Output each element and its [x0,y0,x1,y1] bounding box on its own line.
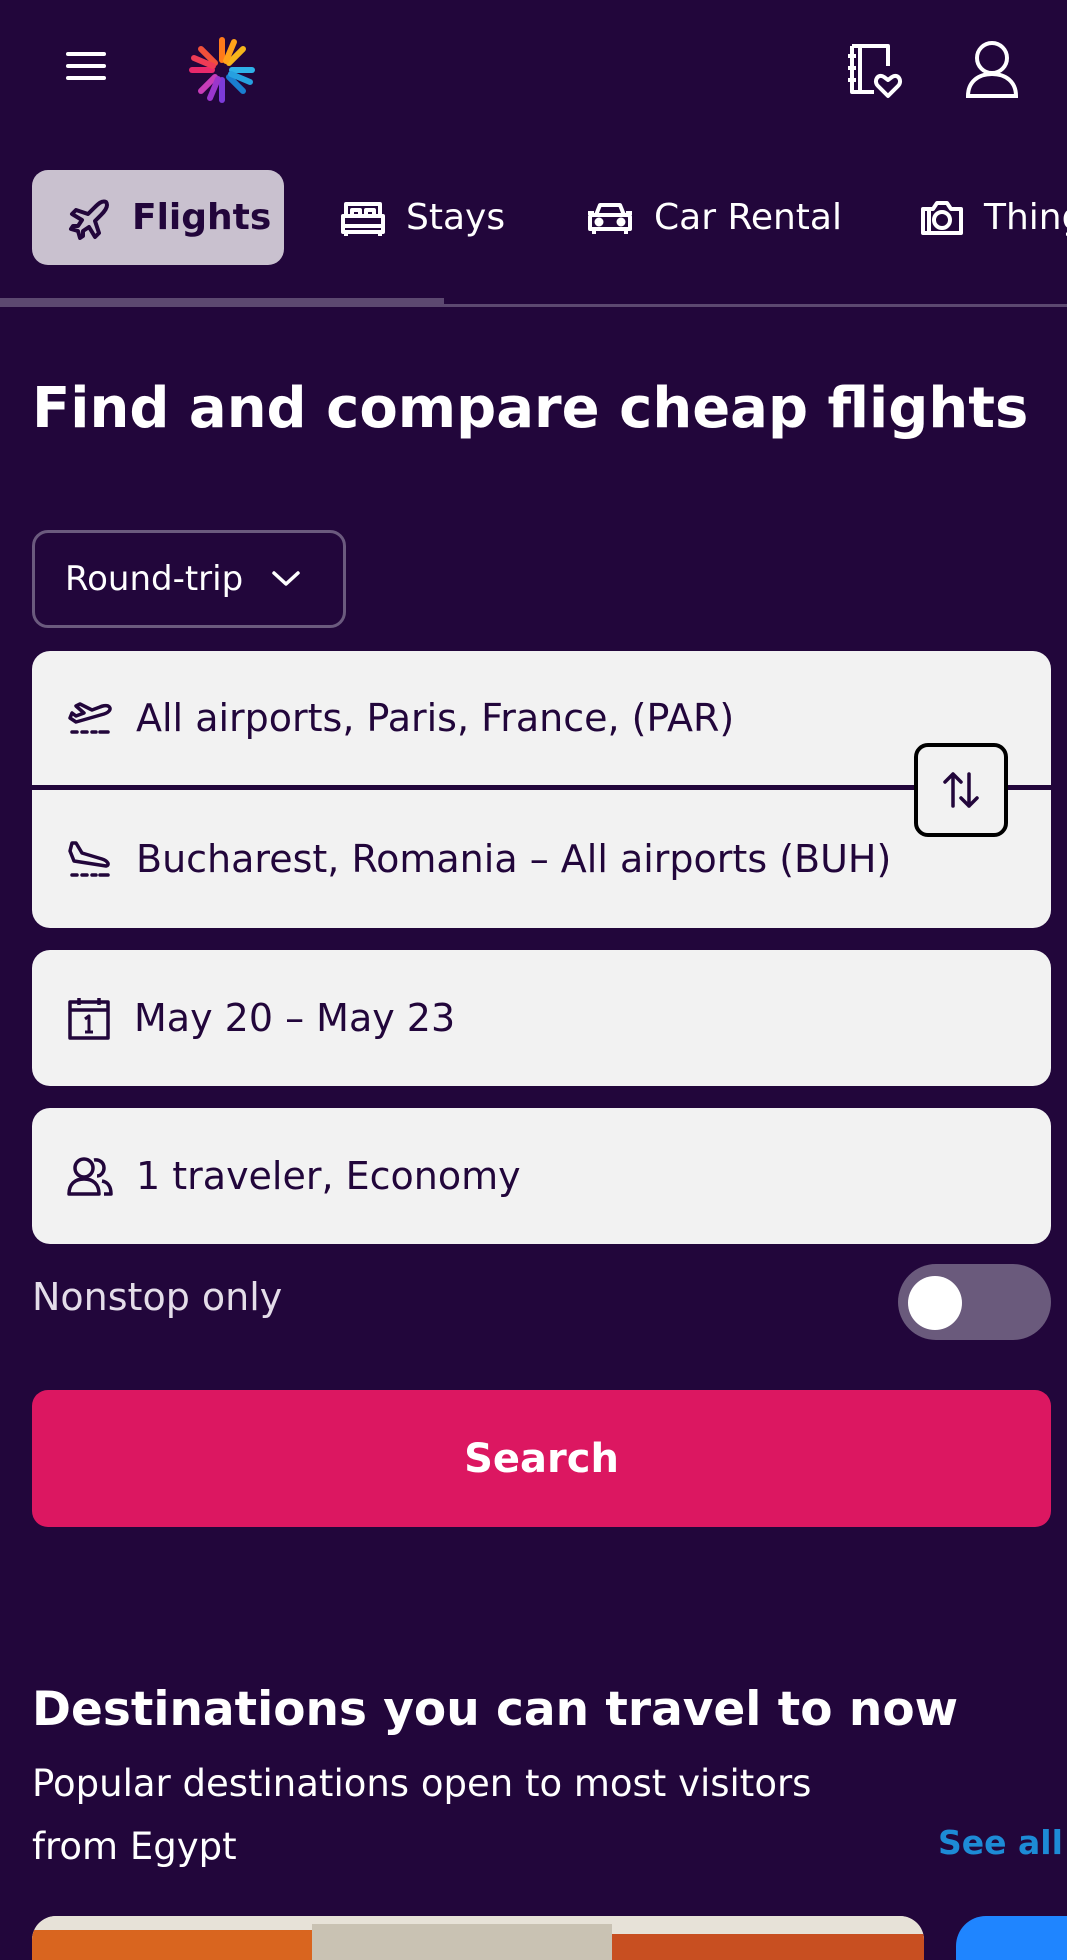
car-icon [588,202,632,234]
product-tabs: Flights Stays Car Rental Thin [0,170,1067,280]
plane-icon [69,199,110,240]
saved-trips-icon[interactable] [844,40,906,100]
trip-type-value: Round-trip [65,559,244,599]
origin-field[interactable]: All airports, Paris, France, (PAR) [32,651,1051,785]
destination-card-next[interactable] [956,1916,1067,1960]
see-all-link[interactable]: See all [938,1823,1063,1862]
page-title: Find and compare cheap flights [32,376,1029,441]
toggle-knob [908,1276,962,1330]
swap-airports-button[interactable] [914,743,1008,837]
card-image-roofs [32,1930,312,1960]
card-image-roofs [612,1934,924,1960]
tab-label: Things to do [984,197,1067,238]
app-header [0,0,1067,140]
card-image-buildings [312,1924,612,1960]
tab-stays[interactable]: Stays [340,170,505,265]
calendar-icon [68,998,110,1040]
tab-label: Car Rental [654,197,842,238]
destinations-title: Destinations you can travel to now [32,1682,959,1737]
travelers-icon [67,1157,113,1196]
nonstop-label: Nonstop only [32,1275,283,1319]
tab-label: Stays [406,197,506,238]
account-icon[interactable] [964,38,1020,100]
pinwheel-logo-icon[interactable] [188,36,256,104]
nonstop-toggle[interactable] [898,1264,1051,1340]
hamburger-icon[interactable] [66,52,114,88]
takeoff-icon [68,702,112,734]
dates-field[interactable]: May 20 – May 23 [32,950,1051,1086]
search-button[interactable]: Search [32,1390,1051,1527]
landing-icon [68,841,110,877]
travelers-value: 1 traveler, Economy [136,1154,521,1198]
bed-icon [341,201,385,236]
camera-icon [921,200,963,235]
tab-car-rental[interactable]: Car Rental [586,170,842,265]
trip-type-select[interactable]: Round-trip [32,530,346,628]
active-tab-indicator [0,298,444,307]
destination-card[interactable] [32,1916,924,1960]
tab-label: Flights [132,197,272,238]
destinations-subtitle: Popular destinations open to most visito… [32,1762,812,1868]
tab-flights[interactable]: Flights [32,170,284,265]
tab-things-to-do[interactable]: Things to do [920,170,1067,265]
dates-value: May 20 – May 23 [134,996,456,1040]
swap-arrows-icon [943,772,979,808]
destination-value: Bucharest, Romania – All airports (BUH) [136,837,892,881]
travelers-field[interactable]: 1 traveler, Economy [32,1108,1051,1244]
chevron-down-icon [272,571,300,586]
destination-field[interactable]: Bucharest, Romania – All airports (BUH) [32,790,1051,928]
origin-value: All airports, Paris, France, (PAR) [136,696,735,740]
